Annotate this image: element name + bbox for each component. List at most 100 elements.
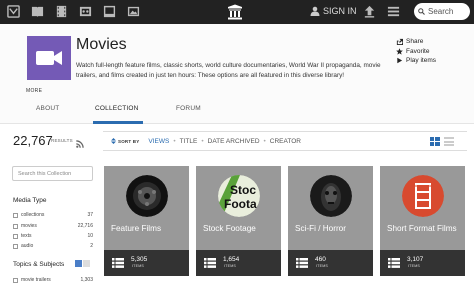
collection-search-input[interactable] bbox=[12, 166, 93, 181]
search-icon bbox=[418, 8, 425, 15]
software-icon[interactable] bbox=[102, 5, 116, 18]
card-footer: 3,107 ITEMS bbox=[380, 250, 465, 276]
card-items-label: ITEMS bbox=[316, 264, 328, 268]
tab-about[interactable]: ABOUT bbox=[36, 105, 59, 112]
collection-tabs: ABOUT COLLECTION FORUM bbox=[0, 100, 474, 124]
result-label: RESULTS bbox=[51, 138, 73, 143]
web-icon[interactable] bbox=[6, 5, 20, 18]
facet-count: 10 bbox=[87, 233, 93, 239]
sort-option-title[interactable]: TITLE bbox=[180, 138, 198, 145]
facet-checkbox[interactable] bbox=[13, 223, 18, 229]
facet-label: texts bbox=[21, 233, 32, 239]
feature-films-thumbnail bbox=[126, 175, 168, 217]
card-title[interactable]: Sci-Fi / Horror bbox=[295, 224, 373, 233]
facet-checkbox[interactable] bbox=[13, 243, 18, 249]
card-item-count: 1,654 bbox=[223, 256, 240, 263]
facet-row[interactable]: collections 37 bbox=[13, 211, 93, 219]
collection-description: Watch full-length feature films, classic… bbox=[76, 62, 381, 79]
collection-card-sci-fi-horror[interactable]: Sci-Fi / Horror 460 ITEMS bbox=[288, 166, 373, 276]
texts-icon[interactable] bbox=[30, 5, 44, 18]
upload-icon[interactable] bbox=[362, 5, 376, 18]
share-button[interactable]: Share bbox=[396, 37, 436, 47]
sort-bar: SORT BY VIEWS • TITLE • DATE ARCHIVED • … bbox=[103, 131, 467, 151]
facet-row[interactable]: movie trailers 1,303 bbox=[13, 276, 93, 284]
facet-row[interactable]: movies 22,716 bbox=[13, 222, 93, 230]
global-search-input[interactable] bbox=[428, 7, 470, 16]
tab-collection[interactable]: COLLECTION bbox=[95, 105, 139, 112]
collection-list-icon bbox=[388, 258, 400, 268]
svg-text:Foota: Foota bbox=[224, 197, 257, 211]
tab-forum[interactable]: FORUM bbox=[176, 105, 201, 112]
card-items-label: ITEMS bbox=[224, 264, 236, 268]
card-footer: 1,654 ITEMS bbox=[196, 250, 281, 276]
facet-label: movies bbox=[21, 223, 37, 229]
topics-view-toggle[interactable] bbox=[75, 260, 90, 267]
list-view-icon[interactable] bbox=[444, 137, 454, 146]
sort-by-control[interactable]: SORT BY bbox=[111, 138, 139, 144]
collection-list-icon bbox=[112, 258, 124, 268]
collection-list-icon bbox=[296, 258, 308, 268]
card-items-label: ITEMS bbox=[132, 264, 144, 268]
card-footer: 5,305 ITEMS bbox=[104, 250, 189, 276]
favorite-button[interactable]: Favorite bbox=[396, 47, 436, 57]
star-icon bbox=[396, 48, 403, 55]
facet-row[interactable]: texts 10 bbox=[13, 232, 93, 240]
video-icon[interactable] bbox=[54, 5, 68, 18]
global-search[interactable] bbox=[414, 3, 470, 20]
short-format-films-thumbnail bbox=[402, 175, 444, 217]
sci-fi-horror-thumbnail bbox=[310, 175, 352, 217]
collection-actions: Share Favorite Play items bbox=[396, 37, 436, 66]
audio-icon[interactable] bbox=[78, 5, 92, 18]
facet-count: 22,716 bbox=[77, 223, 93, 229]
svg-text:Stoc: Stoc bbox=[230, 183, 256, 197]
archive-logo-icon[interactable] bbox=[227, 4, 243, 20]
active-tab-indicator bbox=[93, 121, 143, 124]
card-item-count: 3,107 bbox=[407, 256, 424, 263]
card-footer: 460 ITEMS bbox=[288, 250, 373, 276]
play-items-label: Play items bbox=[406, 57, 436, 65]
sign-in-label: SIGN IN bbox=[323, 6, 357, 16]
collection-card-stock-footage[interactable]: Stoc Foota Stock Footage 1,654 ITEMS bbox=[196, 166, 281, 276]
card-item-count: 5,305 bbox=[131, 256, 148, 263]
facet-checkbox[interactable] bbox=[13, 212, 18, 218]
facet-label: audio bbox=[21, 243, 34, 249]
sort-arrows-icon bbox=[111, 138, 116, 144]
sort-option-views[interactable]: VIEWS bbox=[148, 138, 169, 145]
facet-label: collections bbox=[21, 212, 45, 218]
tile-view-icon[interactable] bbox=[430, 137, 440, 146]
card-title[interactable]: Short Format Films bbox=[387, 224, 465, 233]
share-label: Share bbox=[406, 38, 424, 46]
play-icon bbox=[397, 57, 403, 64]
sort-separator: • bbox=[173, 137, 176, 145]
sort-option-date-archived[interactable]: DATE ARCHIVED bbox=[208, 138, 260, 145]
sort-by-label: SORT BY bbox=[118, 138, 140, 144]
collection-card-short-format-films[interactable]: Short Format Films 3,107 ITEMS bbox=[380, 166, 465, 276]
card-title[interactable]: Feature Films bbox=[111, 224, 189, 233]
list-icon[interactable] bbox=[83, 260, 90, 267]
page-title: Movies bbox=[76, 36, 127, 53]
facet-count: 37 bbox=[87, 212, 93, 218]
rss-icon[interactable] bbox=[76, 135, 84, 148]
sign-in-link[interactable]: SIGN IN bbox=[310, 6, 357, 16]
sort-option-creator[interactable]: CREATOR bbox=[270, 138, 301, 145]
images-icon[interactable] bbox=[126, 5, 140, 18]
result-count: 22,767 bbox=[13, 133, 53, 148]
bar-chart-icon[interactable] bbox=[75, 260, 82, 267]
facet-row[interactable]: audio 2 bbox=[13, 242, 93, 250]
menu-icon[interactable] bbox=[386, 5, 400, 18]
user-icon bbox=[310, 6, 320, 16]
collection-icon bbox=[27, 36, 71, 80]
card-title[interactable]: Stock Footage bbox=[203, 224, 281, 233]
sort-separator: • bbox=[263, 137, 266, 145]
collection-card-feature-films[interactable]: Feature Films 5,305 ITEMS bbox=[104, 166, 189, 276]
facet-checkbox[interactable] bbox=[13, 233, 18, 239]
facet-count: 2 bbox=[90, 243, 93, 249]
facet-checkbox[interactable] bbox=[13, 277, 18, 283]
facet-count: 1,303 bbox=[80, 277, 93, 283]
play-items-button[interactable]: Play items bbox=[396, 56, 436, 66]
card-item-count: 460 bbox=[315, 256, 326, 263]
card-items-label: ITEMS bbox=[408, 264, 420, 268]
film-camera-icon bbox=[36, 51, 62, 65]
top-nav-bar: SIGN IN bbox=[0, 0, 474, 24]
more-link[interactable]: MORE bbox=[26, 88, 42, 94]
